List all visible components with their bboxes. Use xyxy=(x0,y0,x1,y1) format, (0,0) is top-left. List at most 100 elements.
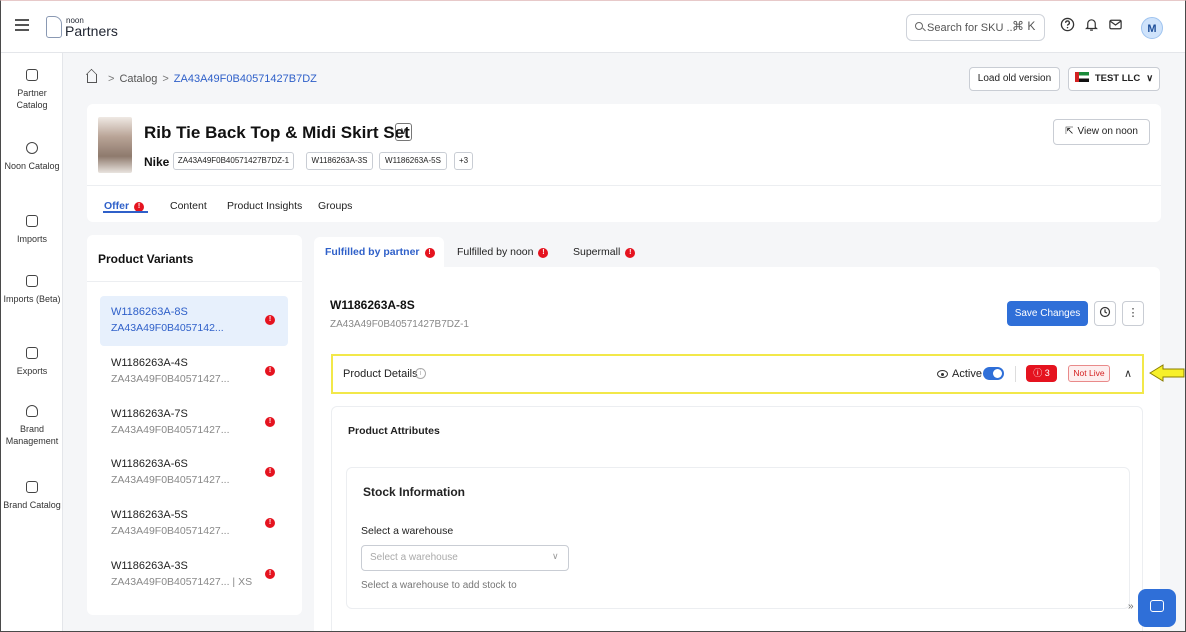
search-icon xyxy=(915,22,923,30)
status-badge: Not Live xyxy=(1068,365,1110,382)
active-tab-indicator xyxy=(103,211,148,213)
sidebar-item-label: Imports (Beta) xyxy=(3,294,61,304)
sidebar-item-label: Partner Catalog xyxy=(16,88,48,110)
imports-beta-icon xyxy=(26,275,38,287)
product-details-section-header[interactable]: Product Details i Active ⓘ 3 Not Live ∧ xyxy=(331,354,1144,394)
sidebar-item-imports-beta[interactable]: Imports (Beta) xyxy=(1,275,63,305)
home-icon[interactable] xyxy=(87,74,97,83)
product-brand: Nike xyxy=(144,155,170,169)
annotation-arrow-icon xyxy=(1149,364,1185,382)
variant-item[interactable]: W1186263A-5S ZA43A49F0B40571427... ! xyxy=(100,499,288,549)
search-shortcut: ⌘ K xyxy=(1012,19,1036,33)
account-selector[interactable]: TEST LLC ∨ xyxy=(1068,67,1160,91)
tab-fulfilled-by-noon[interactable]: Fulfilled by noon! xyxy=(446,237,558,267)
sku-chip: ZA43A49F0B40571427B7DZ-1 xyxy=(173,152,294,170)
variant-psku: ZA43A49F0B40571427B7DZ-1 xyxy=(330,319,469,330)
product-header-card: Rib Tie Back Top & Midi Skirt Set ∨ Nike… xyxy=(87,104,1161,222)
exports-icon xyxy=(26,347,38,359)
variant-item[interactable]: W1186263A-8S ZA43A49F0B4057142... ! xyxy=(100,296,288,346)
tab-content[interactable]: Content xyxy=(170,200,207,212)
sidebar: Partner Catalog Noon Catalog Imports Imp… xyxy=(1,53,63,631)
avatar[interactable]: M xyxy=(1141,17,1163,39)
product-attributes-section: Product Attributes Stock Information Sel… xyxy=(331,406,1143,631)
product-details-label: Product Details xyxy=(343,368,418,380)
save-changes-button[interactable]: Save Changes xyxy=(1007,301,1088,326)
help-icon[interactable] xyxy=(1059,17,1075,33)
sidebar-item-label: Brand Catalog xyxy=(3,500,61,510)
variant-item[interactable]: W1186263A-3S ZA43A49F0B40571427... | XS … xyxy=(100,550,288,600)
attributes-title: Product Attributes xyxy=(348,425,440,437)
stock-title: Stock Information xyxy=(363,485,466,499)
sidebar-item-imports[interactable]: Imports xyxy=(1,215,63,245)
product-title: Rib Tie Back Top & Midi Skirt Set xyxy=(144,123,410,142)
top-bar: noon Partners Search for SKU ... ⌘ K M xyxy=(1,1,1185,53)
notification-bell-icon[interactable] xyxy=(1083,17,1099,33)
active-label: Active xyxy=(952,368,982,380)
app-frame: noon Partners Search for SKU ... ⌘ K M P… xyxy=(0,0,1186,632)
variant-item[interactable]: W1186263A-7S ZA43A49F0B40571427... ! xyxy=(100,398,288,448)
breadcrumb-catalog[interactable]: Catalog xyxy=(119,73,157,85)
info-icon[interactable]: i xyxy=(415,368,426,379)
tab-product-insights[interactable]: Product Insights xyxy=(227,200,302,212)
variant-item[interactable]: W1186263A-4S ZA43A49F0B40571427... ! xyxy=(100,347,288,397)
active-toggle[interactable] xyxy=(983,367,1004,380)
tab-groups[interactable]: Groups xyxy=(318,200,352,212)
chevron-up-icon[interactable]: ∧ xyxy=(1124,367,1132,380)
error-icon: ! xyxy=(265,467,275,477)
imports-icon xyxy=(26,215,38,227)
stock-information-section: Stock Information Select a warehouse Sel… xyxy=(346,467,1130,609)
warehouse-help-text: Select a warehouse to add stock to xyxy=(361,580,517,591)
error-icon: ! xyxy=(538,248,549,258)
search-input[interactable]: Search for SKU ... ⌘ K xyxy=(906,14,1045,41)
variants-title: Product Variants xyxy=(98,252,194,266)
sidebar-item-partner-catalog[interactable]: Partner Catalog xyxy=(1,69,63,111)
menu-icon[interactable] xyxy=(15,19,29,33)
account-name: TEST LLC xyxy=(1094,73,1141,84)
chevron-down-icon[interactable]: ∨ xyxy=(395,123,412,141)
error-icon: ! xyxy=(625,248,636,258)
error-icon: ! xyxy=(265,518,275,528)
sidebar-item-exports[interactable]: Exports xyxy=(1,347,63,377)
variant-item[interactable]: W1186263A-6S ZA43A49F0B40571427... ! xyxy=(100,448,288,498)
uae-flag-icon xyxy=(1074,72,1089,82)
eye-icon xyxy=(937,370,948,378)
warehouse-select[interactable]: Select a warehouse ∨ xyxy=(361,545,569,571)
error-icon: ⓘ xyxy=(1033,368,1045,378)
variant-sku-title: W1186263A-8S xyxy=(330,298,415,312)
logo-text: Partners xyxy=(65,23,118,39)
chat-icon xyxy=(1150,600,1164,612)
error-count-badge[interactable]: ⓘ 3 xyxy=(1026,365,1057,382)
sidebar-item-label: Exports xyxy=(16,366,48,376)
breadcrumb-current[interactable]: ZA43A49F0B40571427B7DZ xyxy=(174,73,317,85)
mail-icon[interactable] xyxy=(1107,17,1123,33)
chat-support-button[interactable] xyxy=(1138,589,1176,627)
chevron-down-icon: ∨ xyxy=(1146,73,1154,84)
brand-management-icon xyxy=(26,405,38,417)
search-placeholder: Search for SKU ... xyxy=(927,22,1016,34)
tab-supermall[interactable]: Supermall! xyxy=(562,237,652,267)
error-icon: ! xyxy=(265,366,275,376)
product-variants-panel: Product Variants W1186263A-8S ZA43A49F0B… xyxy=(87,235,302,615)
sku-chip: W1186263A-5S xyxy=(379,152,447,170)
offer-detail-panel: W1186263A-8S ZA43A49F0B40571427B7DZ-1 Sa… xyxy=(314,267,1160,631)
noon-catalog-icon xyxy=(26,142,38,154)
tab-fulfilled-by-partner[interactable]: Fulfilled by partner! xyxy=(314,237,444,267)
view-on-noon-button[interactable]: ⇱ View on noon xyxy=(1053,119,1150,145)
chevron-right-icon[interactable]: » xyxy=(1128,601,1134,612)
sidebar-item-brand-management[interactable]: Brand Management xyxy=(1,405,63,447)
load-old-version-button[interactable]: Load old version xyxy=(969,67,1060,91)
history-icon[interactable] xyxy=(1094,301,1116,326)
breadcrumb: > Catalog > ZA43A49F0B40571427B7DZ xyxy=(87,73,317,85)
noon-logo-icon xyxy=(46,16,62,38)
sidebar-item-label: Imports xyxy=(16,234,47,244)
chevron-down-icon: ∨ xyxy=(552,551,559,561)
sidebar-item-noon-catalog[interactable]: Noon Catalog xyxy=(1,142,63,172)
more-options-icon[interactable]: ⋮ xyxy=(1122,301,1144,326)
warehouse-placeholder: Select a warehouse xyxy=(370,552,458,563)
sku-chip: W1186263A-3S xyxy=(306,152,373,170)
more-skus-chip[interactable]: +3 xyxy=(454,152,473,170)
error-icon: ! xyxy=(265,569,275,579)
warehouse-label: Select a warehouse xyxy=(361,525,454,537)
sidebar-item-brand-catalog[interactable]: Brand Catalog xyxy=(1,481,63,511)
partner-catalog-icon xyxy=(26,69,38,81)
